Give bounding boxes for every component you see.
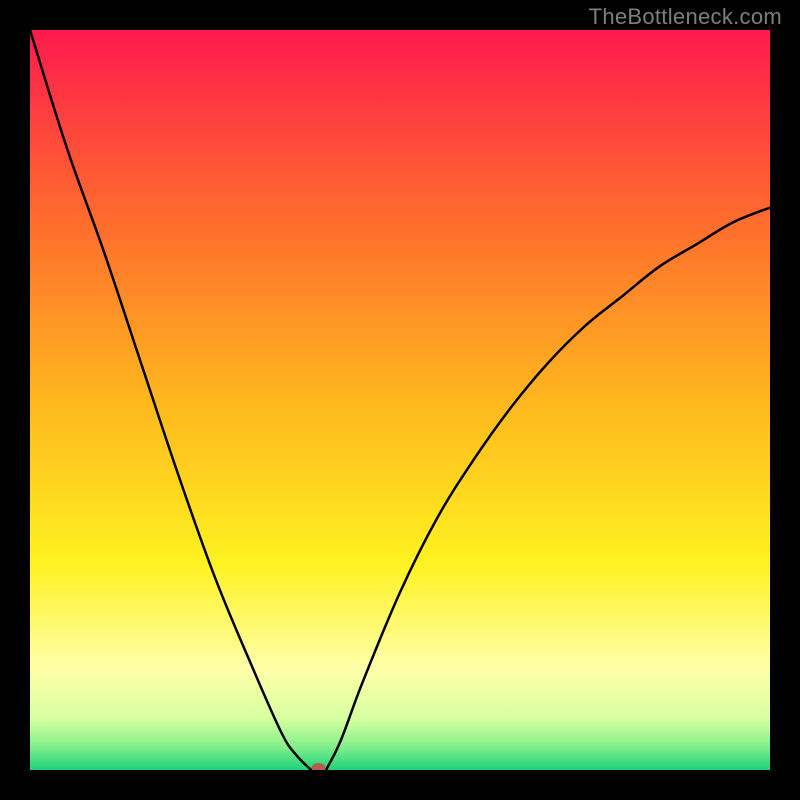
plot-svg <box>30 30 770 770</box>
watermark-text: TheBottleneck.com <box>589 4 782 30</box>
chart-frame: TheBottleneck.com <box>0 0 800 800</box>
plot-background <box>30 30 770 770</box>
plot-area <box>30 30 770 770</box>
